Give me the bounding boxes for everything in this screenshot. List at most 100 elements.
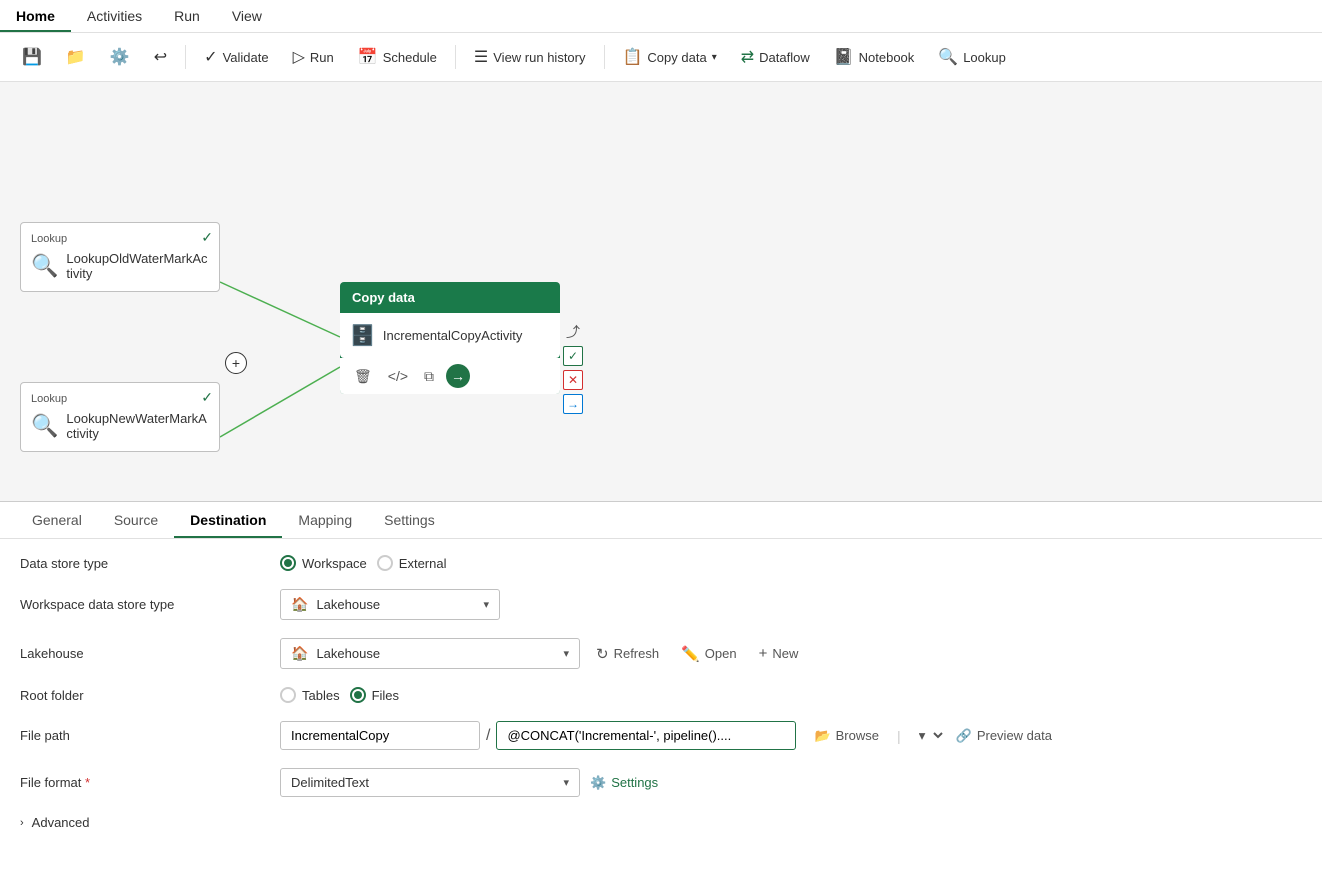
node-lookup-old-name: LookupOldWaterMarkActivity: [66, 251, 209, 281]
workspace-radio-label: Workspace: [302, 556, 367, 571]
code-node-button[interactable]: </>: [384, 366, 412, 386]
copy-node-button[interactable]: ⧉: [420, 366, 438, 387]
file-path-separator: /: [486, 727, 490, 745]
workspace-data-store-select[interactable]: 🏠 Lakehouse ▾: [280, 589, 500, 620]
tab-general[interactable]: General: [16, 502, 98, 538]
undo-button[interactable]: ↩: [144, 41, 177, 73]
root-folder-row: Root folder Tables Files: [20, 687, 1302, 703]
workspace-data-store-label: Workspace data store type: [20, 597, 280, 612]
fail-arrow: ✕: [563, 370, 583, 390]
destination-form: Data store type Workspace External Works…: [0, 539, 1322, 877]
external-radio[interactable]: External: [377, 555, 447, 571]
advanced-label: Advanced: [32, 815, 90, 830]
files-radio[interactable]: Files: [350, 687, 399, 703]
save-as-icon: 📁: [66, 47, 86, 67]
save-button[interactable]: 💾: [12, 41, 52, 73]
file-format-select[interactable]: DelimitedText ▾: [280, 768, 580, 797]
divider-2: [455, 45, 456, 69]
lakehouse-select[interactable]: 🏠 Lakehouse ▾: [280, 638, 580, 669]
refresh-label: Refresh: [614, 646, 660, 661]
advanced-row: › Advanced: [20, 815, 1302, 830]
workspace-data-store-row: Workspace data store type 🏠 Lakehouse ▾: [20, 589, 1302, 620]
lookup-icon: 🔍: [938, 47, 958, 67]
view-run-history-label: View run history: [493, 50, 585, 65]
schedule-button[interactable]: 📅 Schedule: [348, 41, 447, 73]
external-radio-circle: [377, 555, 393, 571]
toolbar: 💾 📁 ⚙️ ↩ ✓ Validate ▷ Run 📅 Schedule ☰ V…: [0, 33, 1322, 82]
browse-button[interactable]: 📂 Browse: [806, 724, 887, 748]
validate-icon: ✓: [204, 47, 217, 67]
undo-icon: ↩: [154, 47, 167, 67]
nav-activities[interactable]: Activities: [71, 0, 158, 32]
lakehouse-arrow: ▾: [563, 647, 569, 660]
file-format-settings-button[interactable]: ⚙️ Settings: [590, 775, 658, 791]
tab-mapping[interactable]: Mapping: [282, 502, 368, 538]
success-arrow: ✓: [563, 346, 583, 366]
tables-radio-circle: [280, 687, 296, 703]
nav-run[interactable]: Run: [158, 0, 216, 32]
validate-label: Validate: [223, 50, 269, 65]
browse-folder-icon: 📂: [814, 728, 830, 744]
arrow-up-icon: ⤴: [563, 322, 583, 342]
delete-node-button[interactable]: 🗑: [350, 366, 376, 387]
canvas[interactable]: Lookup 🔍 LookupOldWaterMarkActivity ✓ Lo…: [0, 82, 1322, 502]
new-label: New: [772, 646, 798, 661]
settings-button[interactable]: ⚙️: [100, 41, 140, 73]
schedule-icon: 📅: [358, 47, 378, 67]
file-format-arrow: ▾: [563, 776, 569, 789]
refresh-button[interactable]: ↻ Refresh: [590, 641, 665, 667]
file-path-row: File path / 📂 Browse | ▾ 🔗 Preview dat: [20, 721, 1302, 750]
file-path-input[interactable]: [280, 721, 480, 750]
lookup-button[interactable]: 🔍 Lookup: [928, 41, 1016, 73]
browse-dropdown[interactable]: ▾: [911, 723, 946, 748]
workspace-radio[interactable]: Workspace: [280, 555, 367, 571]
workspace-data-store-arrow: ▾: [483, 598, 489, 611]
copy-data-button[interactable]: 📋 Copy data ▾: [613, 41, 727, 73]
nav-home[interactable]: Home: [0, 0, 71, 32]
validate-button[interactable]: ✓ Validate: [194, 41, 278, 73]
divider-3: [604, 45, 605, 69]
dataflow-label: Dataflow: [759, 50, 810, 65]
notebook-label: Notebook: [859, 50, 915, 65]
copy-data-node-name: IncrementalCopyActivity: [383, 328, 522, 343]
arrow-node-button[interactable]: →: [446, 364, 470, 388]
tab-destination[interactable]: Destination: [174, 502, 282, 538]
advanced-toggle[interactable]: › Advanced: [20, 815, 90, 830]
notebook-button[interactable]: 📓 Notebook: [824, 41, 925, 73]
open-button[interactable]: ✏️ Open: [675, 641, 743, 667]
node-lookup-new[interactable]: Lookup 🔍 LookupNewWaterMarkActivity ✓: [20, 382, 220, 452]
lakehouse-select-icon: 🏠: [291, 596, 308, 613]
lookup-old-icon: 🔍: [31, 253, 58, 279]
preview-data-label: Preview data: [977, 728, 1052, 743]
run-button[interactable]: ▷ Run: [283, 41, 344, 73]
files-radio-label: Files: [372, 688, 399, 703]
dataflow-button[interactable]: ⇄ Dataflow: [731, 41, 820, 73]
tables-radio-label: Tables: [302, 688, 340, 703]
preview-data-button[interactable]: 🔗 Preview data: [956, 728, 1052, 744]
side-arrows: ⤴ ✓ ✕ →: [563, 322, 583, 414]
save-as-button[interactable]: 📁: [56, 41, 96, 73]
new-button[interactable]: + New: [753, 641, 805, 666]
settings-icon: ⚙️: [590, 775, 606, 791]
root-folder-label: Root folder: [20, 688, 280, 703]
workspace-radio-circle: [280, 555, 296, 571]
open-icon: ✏️: [681, 645, 700, 663]
node-copy-data[interactable]: Copy data 🗄️ IncrementalCopyActivity 🗑 <…: [340, 282, 560, 394]
view-run-history-button[interactable]: ☰ View run history: [464, 41, 596, 73]
top-nav: Home Activities Run View: [0, 0, 1322, 33]
tables-radio[interactable]: Tables: [280, 687, 340, 703]
new-icon: +: [759, 645, 768, 662]
lakehouse-label: Lakehouse: [20, 646, 280, 661]
file-path-expr-input[interactable]: [496, 721, 796, 750]
data-store-type-row: Data store type Workspace External: [20, 555, 1302, 571]
add-activity-button[interactable]: +: [225, 352, 247, 374]
node-lookup-old[interactable]: Lookup 🔍 LookupOldWaterMarkActivity ✓: [20, 222, 220, 292]
dataflow-icon: ⇄: [741, 47, 754, 67]
data-store-type-label: Data store type: [20, 556, 280, 571]
lookup-new-icon: 🔍: [31, 413, 58, 439]
browse-label: Browse: [836, 728, 879, 743]
tab-source[interactable]: Source: [98, 502, 174, 538]
bottom-panel: General Source Destination Mapping Setti…: [0, 502, 1322, 877]
nav-view[interactable]: View: [216, 0, 278, 32]
tab-settings[interactable]: Settings: [368, 502, 451, 538]
